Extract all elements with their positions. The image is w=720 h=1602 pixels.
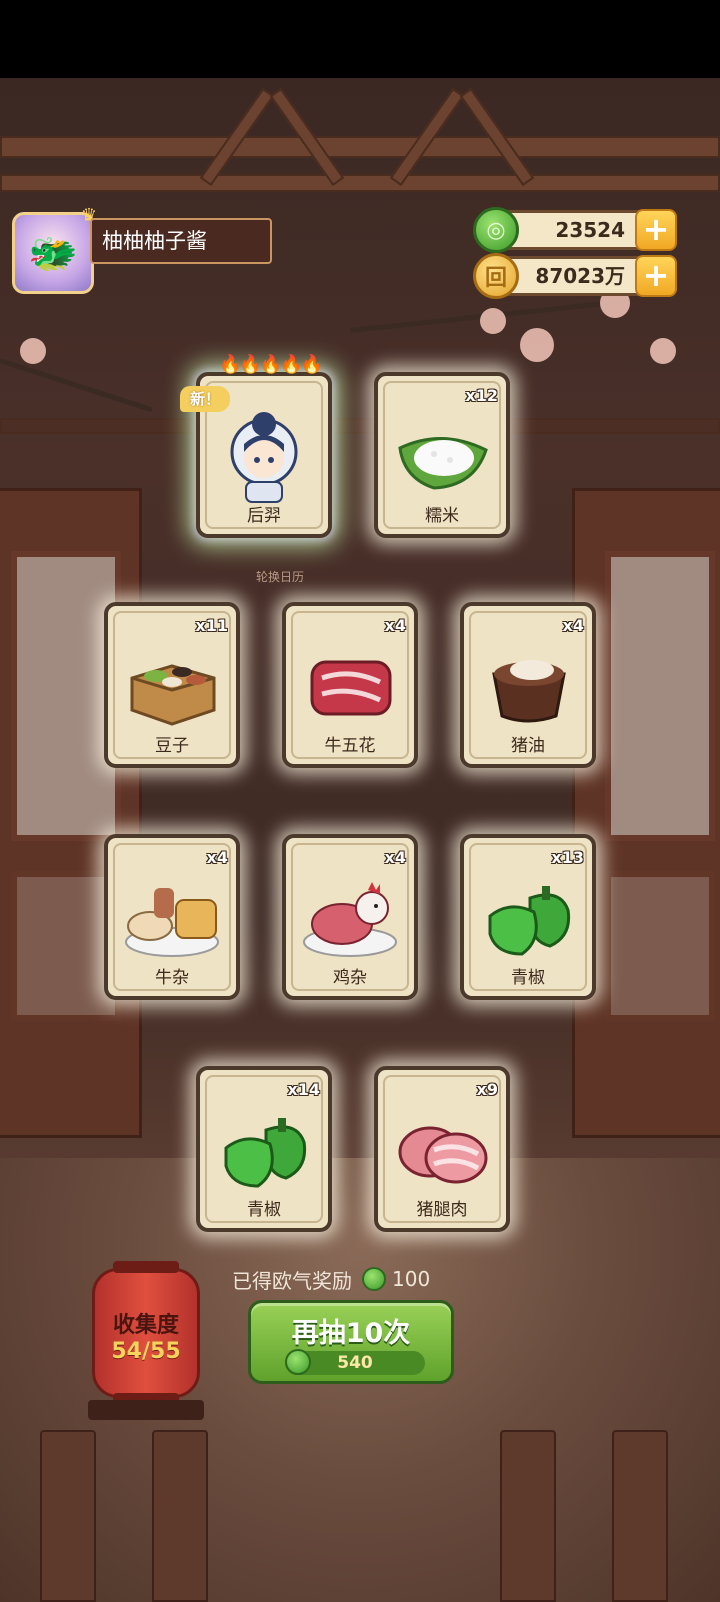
reward-label: 已得欧气奖励: [232, 1268, 352, 1293]
card-label: 青椒: [511, 968, 545, 988]
avatar-portrait-icon: 🐲: [28, 230, 78, 277]
jade-icon: [285, 1349, 311, 1375]
card-count: x13: [551, 848, 584, 867]
card-houyi[interactable]: 🔥🔥🔥🔥🔥 新！ 后羿: [180, 354, 332, 538]
wall-beam: [0, 418, 720, 434]
card-count: x4: [206, 848, 228, 867]
card-count: x9: [476, 1080, 498, 1099]
blossom-branch: [0, 358, 153, 413]
card-count: x12: [465, 386, 498, 405]
green-pepper-icon: [216, 1102, 312, 1198]
blossom: [480, 308, 506, 334]
card-count: x11: [195, 616, 228, 635]
beef-offal-plate-icon: [124, 870, 220, 966]
beef-belly-icon: [302, 638, 398, 734]
card-chicken-offal[interactable]: x4 鸡杂: [282, 834, 418, 1000]
card-count: x4: [384, 616, 406, 635]
add-jade-button[interactable]: +: [635, 209, 677, 251]
card-label: 牛杂: [155, 968, 189, 988]
collection-progress: 54/55: [111, 1339, 181, 1364]
luck-reward: 已得欧气奖励 100: [232, 1264, 430, 1294]
fence-post: [612, 1430, 668, 1602]
coin-value: 87023万: [535, 264, 625, 288]
card-label: 鸡杂: [333, 968, 367, 988]
card-glutinous-rice[interactable]: x12 糯米: [374, 372, 510, 538]
player-avatar[interactable]: 🐲 ♛: [12, 205, 97, 294]
coin-icon: 回: [473, 253, 519, 299]
glutinous-rice-icon: [394, 408, 490, 504]
blossom: [650, 338, 676, 364]
card-label: 后羿: [247, 506, 281, 526]
roof-beam-lower: [0, 174, 720, 192]
fence-post: [500, 1430, 556, 1602]
card-green-pepper-2[interactable]: x14 青椒: [196, 1066, 332, 1232]
card-count: x14: [287, 1080, 320, 1099]
jade-value: 23524: [555, 218, 625, 242]
draw-again-button[interactable]: 再抽10次 540: [248, 1300, 454, 1384]
green-pepper-icon: [480, 870, 576, 966]
card-green-pepper-1[interactable]: x13 青椒: [460, 834, 596, 1000]
coin-currency: 回 87023万 +: [473, 253, 677, 299]
blossom: [20, 338, 46, 364]
card-label: 猪油: [511, 736, 545, 756]
collection-lantern[interactable]: 收集度 54/55: [92, 1261, 200, 1405]
jade-icon: ◎: [473, 207, 519, 253]
calendar-label: 轮换日历: [255, 570, 304, 584]
draw-again-label: 再抽10次: [291, 1318, 411, 1349]
card-label: 牛五花: [324, 736, 376, 756]
card-label: 糯米: [425, 506, 459, 526]
card-lard[interactable]: x4 猪油: [460, 602, 596, 768]
flame-stars-icon: 🔥🔥🔥🔥🔥: [218, 354, 323, 375]
beans-box-icon: [124, 638, 220, 734]
reward-value: 100: [392, 1267, 431, 1291]
status-bar: [0, 0, 720, 78]
card-count: x4: [562, 616, 584, 635]
fence-post: [152, 1430, 208, 1602]
card-beans[interactable]: x11 豆子: [104, 602, 240, 768]
houyi-character-icon: [216, 408, 312, 504]
fence-post: [40, 1430, 96, 1602]
roof-beam: [0, 136, 720, 158]
right-door: [572, 488, 720, 1138]
jade-currency: ◎ 23524 +: [473, 207, 677, 253]
card-label: 猪腿肉: [416, 1200, 468, 1220]
player-name: 柚柚柚子酱: [90, 218, 272, 264]
blossom: [520, 328, 554, 362]
add-coin-button[interactable]: +: [635, 255, 677, 297]
left-door: [0, 488, 142, 1138]
card-beef-belly[interactable]: x4 牛五花: [282, 602, 418, 768]
card-count: x4: [384, 848, 406, 867]
chicken-offal-plate-icon: [302, 870, 398, 966]
collection-label: 收集度: [112, 1313, 179, 1338]
lantern-stand: [88, 1400, 204, 1420]
lard-bowl-icon: [480, 638, 576, 734]
card-label: 青椒: [247, 1200, 281, 1220]
jade-icon: [362, 1267, 386, 1291]
card-pork-leg[interactable]: x9 猪腿肉: [374, 1066, 510, 1232]
pork-leg-icon: [394, 1102, 490, 1198]
card-label: 豆子: [155, 736, 189, 756]
card-beef-offal[interactable]: x4 牛杂: [104, 834, 240, 1000]
